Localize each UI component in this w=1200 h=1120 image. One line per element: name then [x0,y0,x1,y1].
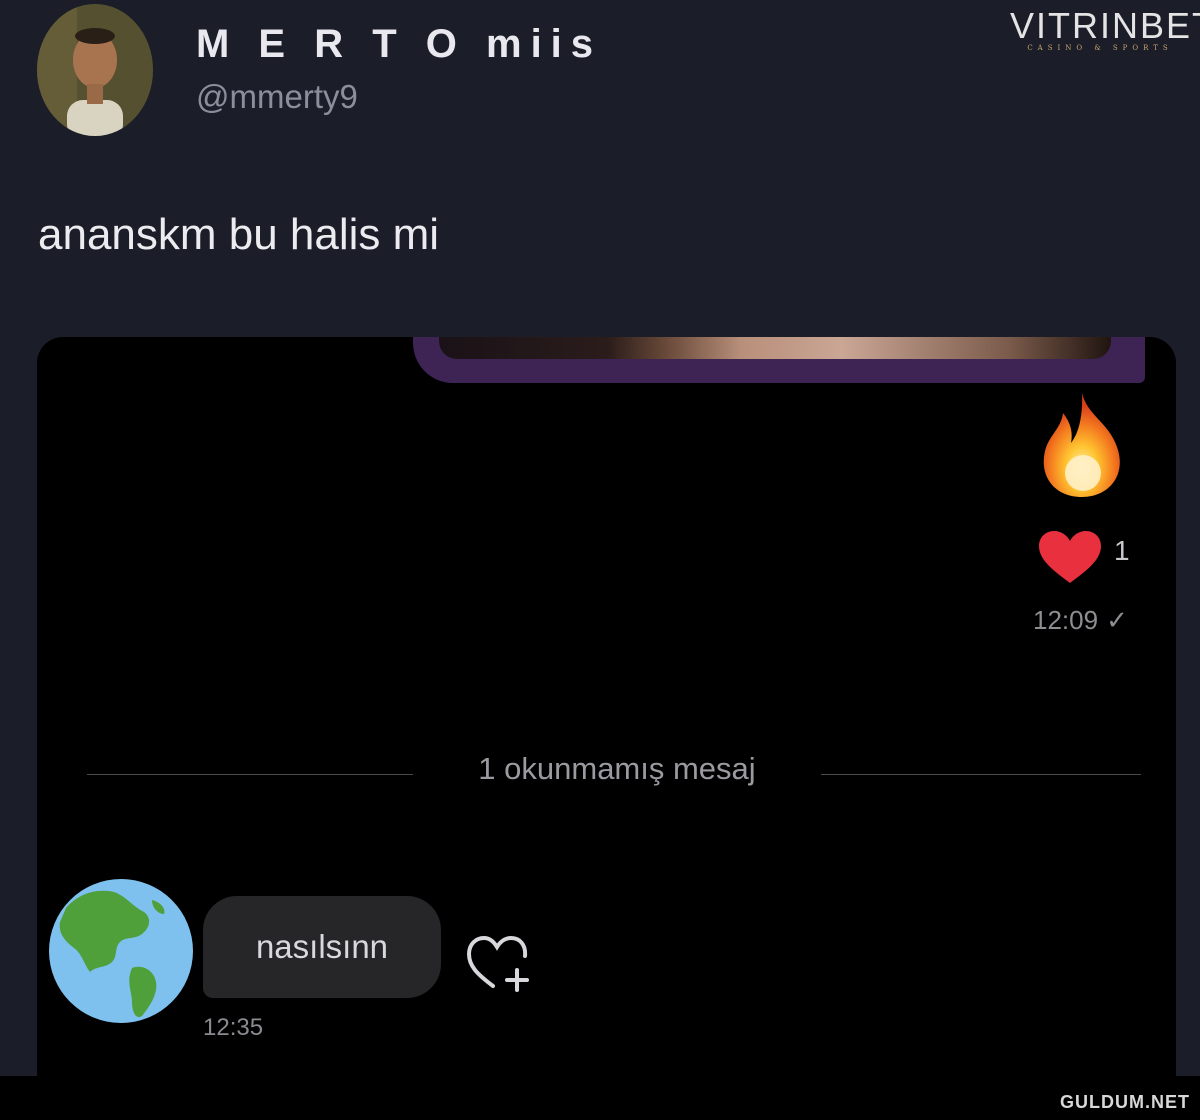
add-like-icon[interactable] [465,928,541,992]
checkmark-icon: ✓ [1106,605,1128,635]
received-message-time: 12:35 [203,1014,264,1041]
brand-tagline: CASINO & SPORTS [1027,44,1173,52]
fire-emoji-icon [1043,393,1120,497]
received-message-text: nasılsınn [255,928,389,965]
tweet-card: M E R T O miis @mmerty9 VITRINBET CASINO… [0,0,1200,1076]
sent-time-text: 12:09 [1033,605,1099,635]
author-display-name[interactable]: M E R T O miis [196,22,602,67]
shared-post-photo [439,337,1111,359]
like-count: 1 [1114,535,1130,566]
footer-bar: GULDUM.NET [0,1076,1200,1120]
brand-logo: VITRINBET CASINO & SPORTS [1010,5,1200,53]
sent-message-time: 12:09 ✓ [1033,605,1128,636]
unread-messages-divider: 1 okunmamış mesaj [478,751,756,786]
attached-dm-screenshot[interactable]: 1 12:09 ✓ 1 okunmamış mesaj nasılsınn 12:… [37,337,1176,1076]
received-message-bubble[interactable]: nasılsınn [203,896,441,998]
unread-divider-right-line [821,774,1141,775]
brand-name: VITRINBET [1010,5,1200,46]
profile-photo-icon [37,4,153,136]
globe-americas-icon[interactable] [48,878,194,1024]
tweet-text: ananskm bu halis mi [38,210,440,259]
heart-icon[interactable] [1037,529,1103,585]
author-handle[interactable]: @mmerty9 [196,78,358,116]
site-watermark: GULDUM.NET [1060,1092,1190,1112]
unread-divider-left-line [87,774,413,775]
author-avatar[interactable] [37,4,153,136]
